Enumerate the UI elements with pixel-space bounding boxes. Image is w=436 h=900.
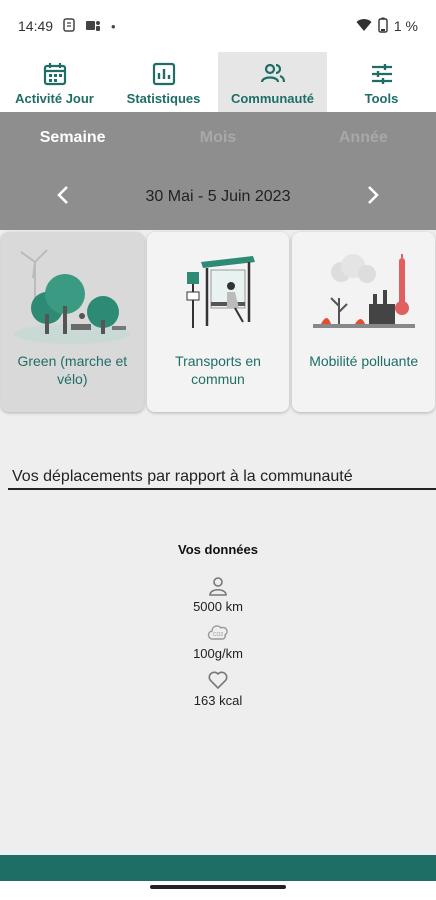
pollution-illustration	[312, 254, 415, 328]
tab-semaine[interactable]: Semaine	[0, 129, 145, 147]
calendar-icon	[43, 63, 66, 86]
bus-stop-illustration	[186, 256, 255, 328]
heart-icon	[208, 671, 228, 690]
sliders-icon	[371, 64, 392, 84]
co2-value: 100g/km	[193, 646, 243, 661]
period-selector: Semaine Mois Année 30 Mai - 5 Juin 2023	[0, 112, 436, 230]
date-range: 30 Mai - 5 Juin 2023	[145, 188, 291, 205]
tab-label: Tools	[364, 91, 399, 106]
gesture-area	[0, 881, 436, 900]
teams-icon	[85, 18, 101, 35]
tab-statistiques[interactable]: Statistiques	[109, 52, 218, 112]
section-title: Vos déplacements par rapport à la commun…	[12, 468, 353, 485]
dot-icon: •	[111, 18, 116, 34]
chevron-left-icon[interactable]	[56, 184, 70, 210]
tab-mois[interactable]: Mois	[145, 129, 290, 147]
bottom-bar	[0, 855, 436, 881]
card-polluante[interactable]: Mobilité polluante	[292, 232, 436, 412]
data-item-co2: CO2 100g/km	[193, 622, 243, 661]
card-transports[interactable]: Transports en commun	[146, 232, 290, 412]
status-time: 14:49	[18, 18, 54, 34]
tab-communaute[interactable]: Communauté	[218, 52, 327, 112]
status-bar: 14:49 • 1 %	[0, 0, 436, 52]
card-label: Green (marche et vélo)	[17, 353, 128, 387]
home-gesture-handle[interactable]	[150, 885, 286, 889]
co2-cloud-icon: CO2	[207, 625, 228, 640]
chart-icon	[152, 62, 175, 86]
tab-label: Statistiques	[126, 91, 201, 106]
tab-activite-jour[interactable]: Activité Jour	[0, 52, 109, 112]
green-park-illustration	[14, 249, 131, 344]
battery-level: 1 %	[393, 18, 418, 34]
data-item-calories: 163 kcal	[194, 669, 242, 708]
tab-label: Communauté	[230, 91, 315, 106]
person-icon	[209, 577, 227, 596]
tab-label: Activité Jour	[15, 91, 94, 106]
status-left: 14:49 •	[18, 17, 116, 35]
section-divider	[8, 488, 436, 490]
status-right: 1 %	[356, 17, 418, 36]
card-label: Transports en commun	[175, 353, 261, 387]
battery-icon	[378, 17, 388, 36]
card-green[interactable]: Green (marche et vélo)	[1, 232, 144, 412]
period-tabs: Semaine Mois Année	[0, 112, 436, 164]
data-title: Vos données	[178, 542, 258, 557]
wifi-icon	[356, 18, 372, 35]
sim-icon	[63, 17, 75, 35]
tab-tools[interactable]: Tools	[327, 52, 436, 112]
date-navigation: 30 Mai - 5 Juin 2023	[0, 164, 436, 230]
mobility-cards: Green (marche et vélo) Transports en com…	[0, 232, 436, 412]
calories-value: 163 kcal	[193, 693, 243, 708]
top-navigation: Activité Jour Statistiques Communauté To…	[0, 52, 436, 112]
your-data: Vos données 5000 km CO2 100g/km 163 kcal	[0, 542, 436, 716]
distance-value: 5000 km	[193, 599, 243, 614]
tab-annee[interactable]: Année	[291, 129, 436, 147]
chevron-right-icon[interactable]	[366, 184, 380, 210]
people-icon	[260, 63, 285, 83]
data-item-distance: 5000 km	[193, 575, 243, 614]
svg-text:CO2: CO2	[213, 632, 224, 638]
card-label: Mobilité polluante	[309, 353, 419, 369]
